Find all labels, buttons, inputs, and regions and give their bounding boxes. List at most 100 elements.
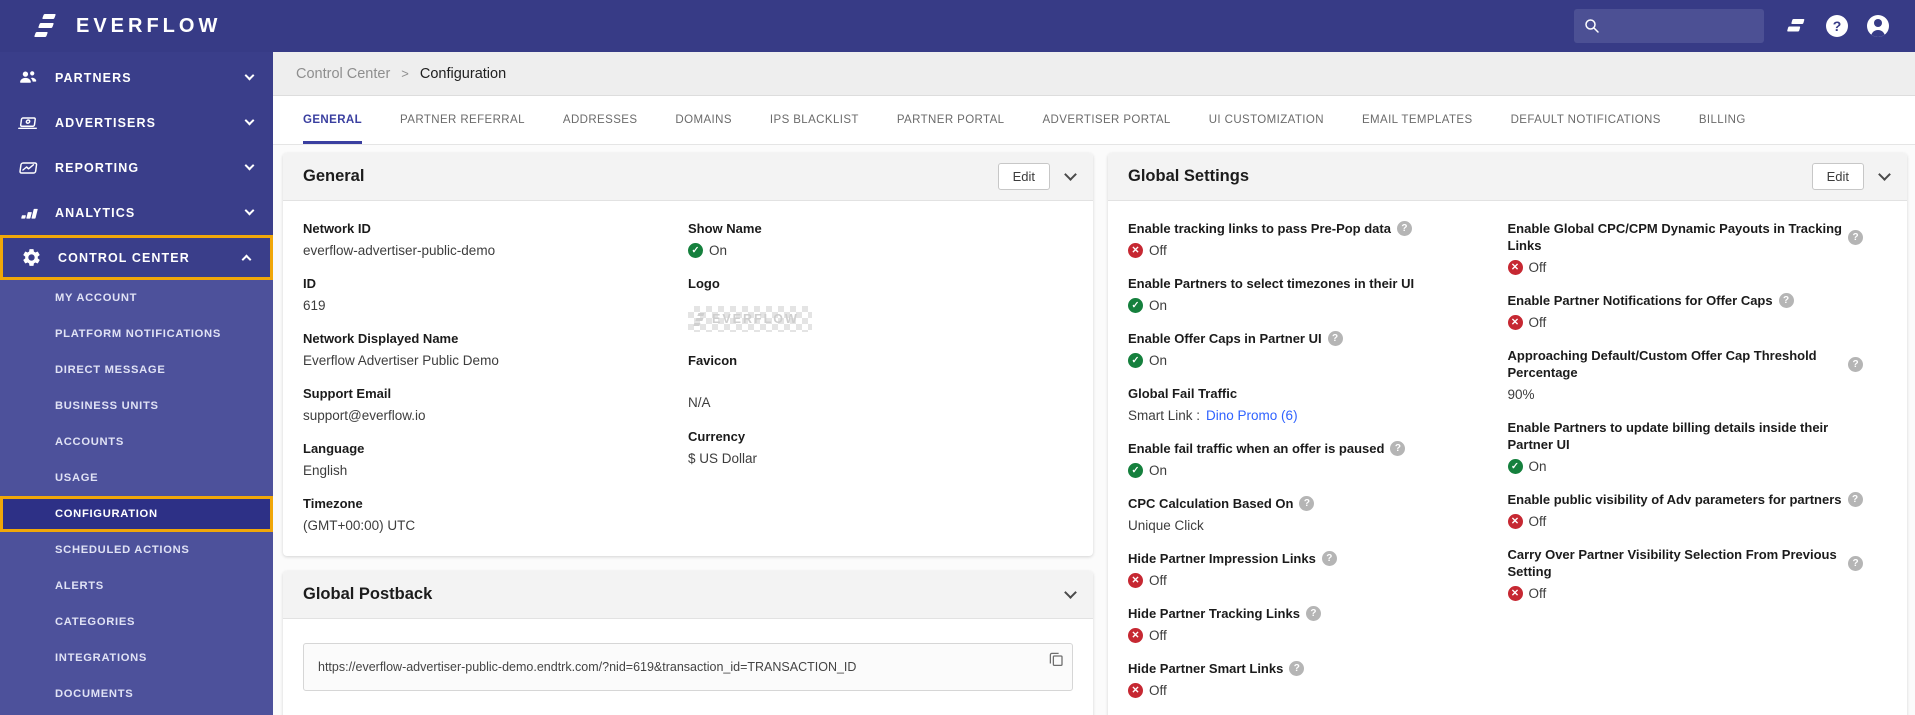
help-icon[interactable] (1299, 496, 1315, 511)
breadcrumb-control-center[interactable]: Control Center (296, 66, 390, 82)
help-icon[interactable] (1396, 221, 1412, 236)
sidebar-item-analytics[interactable]: ANALYTICS (0, 190, 273, 235)
sidebar-item-documents[interactable]: DOCUMENTS (0, 676, 273, 712)
edit-button[interactable]: Edit (997, 163, 1050, 190)
dino-promo-link[interactable]: Dino Promo (6) (1206, 406, 1298, 425)
status-off-icon (1128, 243, 1143, 258)
status-on-icon (688, 243, 703, 258)
global-search[interactable] (1574, 9, 1764, 43)
sidebar-item-accounts[interactable]: ACCOUNTS (0, 424, 273, 460)
search-input[interactable] (1608, 18, 1748, 34)
status-off-icon (1507, 315, 1523, 330)
field-show-name: Show Name On (688, 220, 1049, 260)
field-logo: Logo EVERFLOW (688, 275, 1049, 332)
setting-offer-caps-partner-ui: Enable Offer Caps in Partner UI On (1128, 330, 1484, 370)
panel-title: Global Settings (1128, 167, 1250, 185)
status-off-icon (1507, 514, 1523, 529)
field-network-displayed-name: Network Displayed Name Everflow Advertis… (303, 331, 499, 368)
tab-addresses[interactable]: ADDRESSES (563, 96, 638, 144)
help-icon[interactable] (1778, 293, 1794, 308)
field-timezone: Timezone (GMT+00:00) UTC (303, 496, 416, 533)
general-panel: General Edit Network ID everflow-adverti… (283, 153, 1093, 556)
tab-partner-referral[interactable]: PARTNER REFERRAL (400, 96, 525, 144)
help-icon[interactable] (1848, 356, 1863, 372)
status-on-icon (1128, 298, 1143, 313)
sidebar-item-usage[interactable]: USAGE (0, 460, 273, 496)
sidebar-item-label: PARTNERS (55, 70, 132, 85)
breadcrumb-separator: > (401, 66, 409, 81)
sidebar-item-integrations[interactable]: INTEGRATIONS (0, 640, 273, 676)
sidebar-item-platform-notifications[interactable]: PLATFORM NOTIFICATIONS (0, 316, 273, 352)
everflow-watermark-icon (693, 312, 707, 326)
help-icon[interactable] (1847, 492, 1863, 507)
sidebar-item-configuration[interactable]: CONFIGURATION (0, 496, 273, 532)
setting-pre-pop: Enable tracking links to pass Pre-Pop da… (1128, 220, 1484, 260)
tab-ui-customization[interactable]: UI CUSTOMIZATION (1209, 96, 1324, 144)
sidebar-item-advertisers[interactable]: ADVERTISERS (0, 100, 273, 145)
sidebar-item-partners[interactable]: PARTNERS (0, 55, 273, 100)
sidebar-item-label: ANALYTICS (55, 205, 136, 220)
sidebar-item-reporting[interactable]: REPORTING (0, 145, 273, 190)
collapse-chevron-icon[interactable] (1064, 586, 1077, 599)
edit-button[interactable]: Edit (1811, 163, 1864, 190)
sidebar-item-categories[interactable]: CATEGORIES (0, 604, 273, 640)
help-icon[interactable]: ? (1826, 15, 1848, 37)
top-bar: EVERFLOW ? (0, 0, 1915, 52)
setting-carry-over-visibility: Carry Over Partner Visibility Selection … (1507, 546, 1863, 603)
sidebar-item-my-account[interactable]: MY ACCOUNT (0, 280, 273, 316)
collapse-chevron-icon[interactable] (1878, 168, 1891, 181)
status-off-icon (1507, 260, 1523, 275)
setting-fail-traffic-paused: Enable fail traffic when an offer is pau… (1128, 440, 1484, 480)
chevron-down-icon (244, 205, 255, 216)
account-icon[interactable] (1867, 15, 1889, 37)
tab-ips-blacklist[interactable]: IPS BLACKLIST (770, 96, 859, 144)
tab-domains[interactable]: DOMAINS (675, 96, 731, 144)
help-icon[interactable] (1305, 606, 1321, 621)
sidebar-item-control-center[interactable]: CONTROL CENTER (0, 235, 273, 280)
sidebar-item-label: CONTROL CENTER (58, 250, 190, 265)
chevron-down-icon (244, 70, 255, 81)
partners-icon (16, 66, 40, 90)
tab-default-notifications[interactable]: DEFAULT NOTIFICATIONS (1511, 96, 1661, 144)
status-off-icon (1128, 628, 1143, 643)
chat-icon[interactable] (1783, 14, 1807, 38)
sidebar-item-direct-message[interactable]: DIRECT MESSAGE (0, 352, 273, 388)
tab-partner-portal[interactable]: PARTNER PORTAL (897, 96, 1005, 144)
tab-advertiser-portal[interactable]: ADVERTISER PORTAL (1042, 96, 1170, 144)
status-on-icon (1128, 353, 1143, 368)
panel-title: General (303, 167, 365, 185)
postback-url: https://everflow-advertiser-public-demo.… (318, 660, 857, 674)
gear-icon (19, 246, 43, 270)
reporting-icon (16, 156, 40, 180)
sidebar-item-label: ADVERTISERS (55, 115, 157, 130)
help-icon[interactable] (1321, 551, 1337, 566)
copy-icon[interactable] (1047, 650, 1065, 668)
field-id: ID 619 (303, 276, 326, 313)
setting-partner-timezones: Enable Partners to select timezones in t… (1128, 275, 1484, 315)
help-icon[interactable] (1390, 441, 1406, 456)
field-network-id: Network ID everflow-advertiser-public-de… (303, 221, 496, 258)
sidebar-item-scheduled-actions[interactable]: SCHEDULED ACTIONS (0, 532, 273, 568)
analytics-icon (16, 201, 40, 225)
setting-hide-impression-links: Hide Partner Impression Links Off (1128, 550, 1484, 590)
collapse-chevron-icon[interactable] (1064, 168, 1077, 181)
status-on-icon (1128, 463, 1143, 478)
brand: EVERFLOW (0, 13, 221, 39)
tab-billing[interactable]: BILLING (1699, 96, 1746, 144)
setting-cap-threshold-percentage: Approaching Default/Custom Offer Cap Thr… (1508, 347, 1863, 404)
tab-general[interactable]: GENERAL (303, 96, 363, 144)
help-icon[interactable] (1289, 661, 1305, 676)
status-off-icon (1128, 573, 1143, 588)
global-settings-panel: Global Settings Edit Enable tracking lin… (1108, 153, 1907, 715)
help-icon[interactable] (1327, 331, 1343, 346)
help-icon[interactable] (1848, 555, 1863, 571)
sidebar-item-business-units[interactable]: BUSINESS UNITS (0, 388, 273, 424)
help-icon[interactable] (1848, 229, 1863, 245)
tab-email-templates[interactable]: EMAIL TEMPLATES (1362, 96, 1473, 144)
everflow-logo-icon (34, 13, 60, 39)
field-language: Language English (303, 441, 365, 478)
postback-url-box: https://everflow-advertiser-public-demo.… (303, 643, 1073, 691)
field-favicon: Favicon N/A (688, 353, 738, 410)
tab-bar: GENERAL PARTNER REFERRAL ADDRESSES DOMAI… (273, 96, 1915, 145)
sidebar-item-alerts[interactable]: ALERTS (0, 568, 273, 604)
